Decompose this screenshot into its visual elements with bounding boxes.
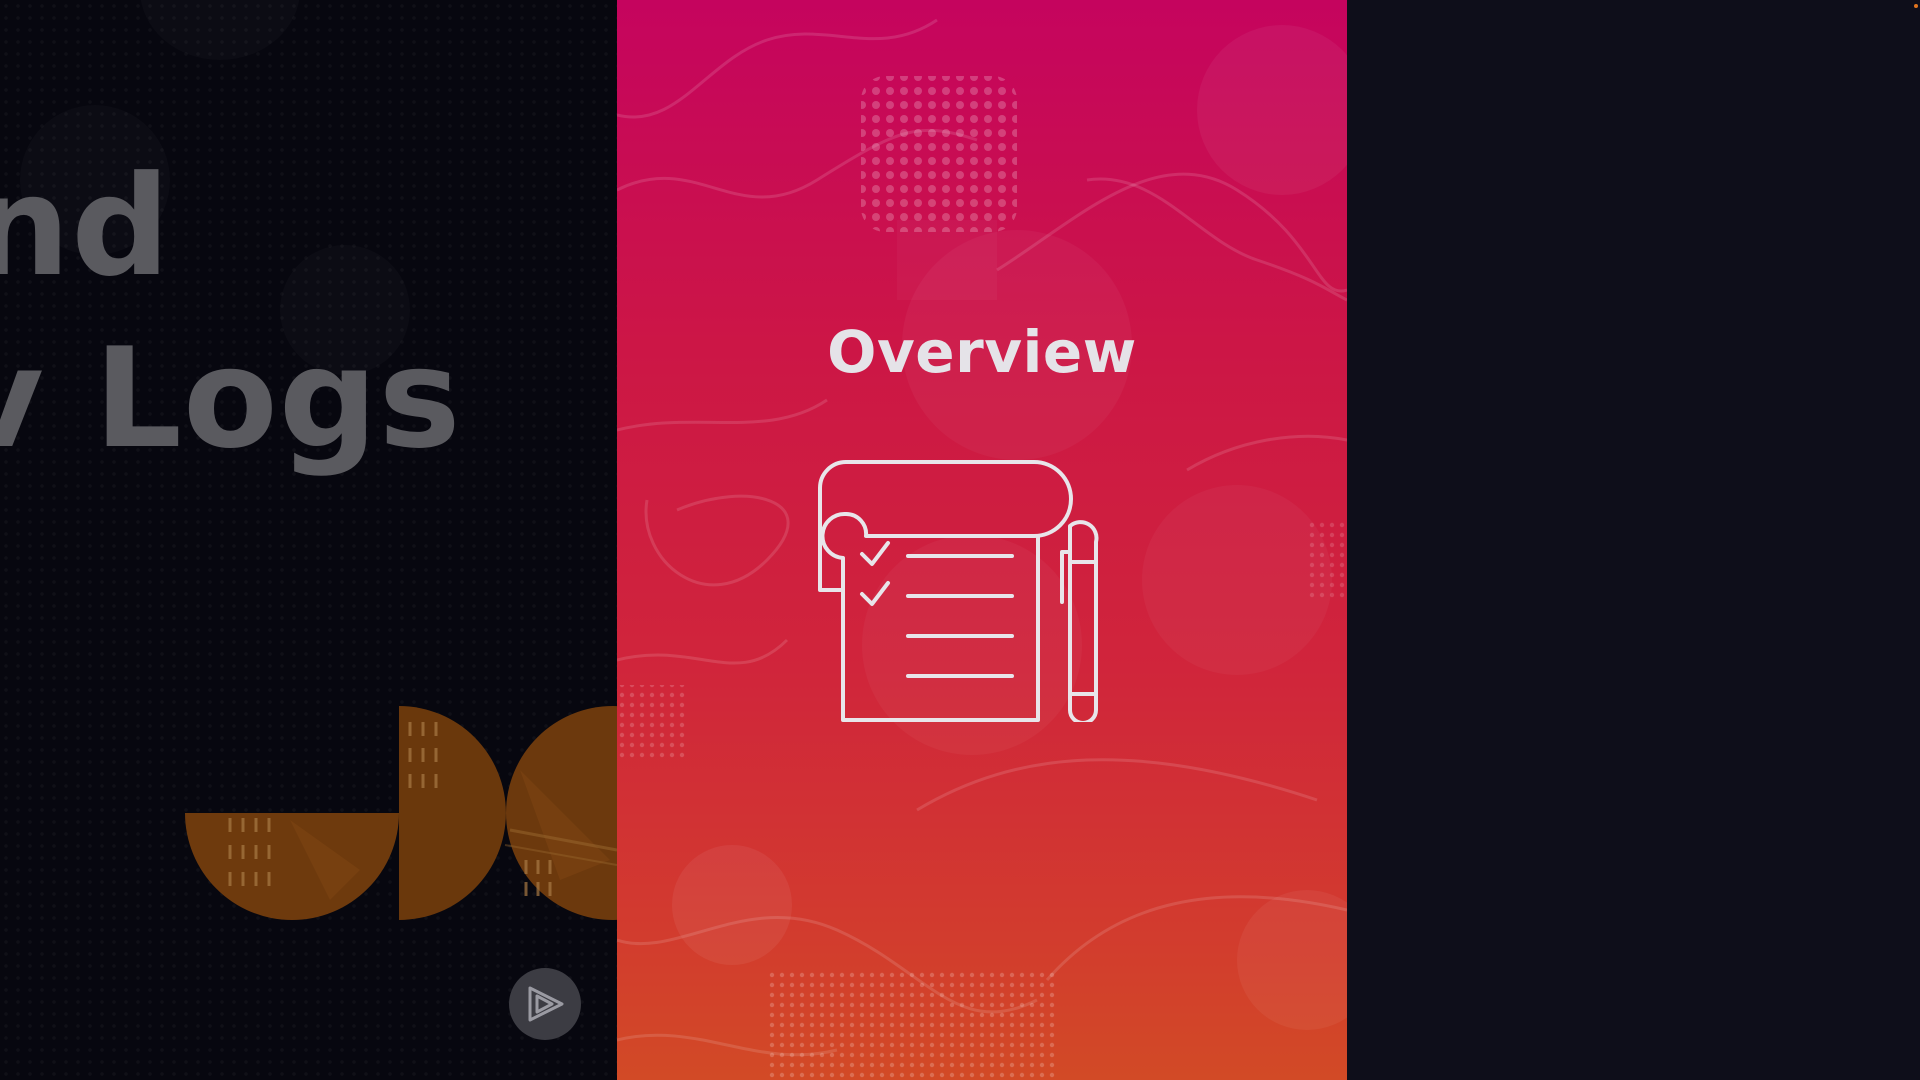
- left-title-slide: nd v Logs: [0, 0, 617, 1080]
- right-empty-panel: [1347, 0, 1920, 1080]
- geometric-decoration: [185, 706, 617, 920]
- play-logo-icon: [528, 986, 564, 1022]
- overview-card: Overview: [617, 0, 1347, 1080]
- status-dot: [1914, 4, 1918, 8]
- notepad-checklist-pen-icon: [818, 460, 1099, 722]
- card-title: Overview: [827, 318, 1137, 386]
- play-logo-button[interactable]: [509, 968, 581, 1040]
